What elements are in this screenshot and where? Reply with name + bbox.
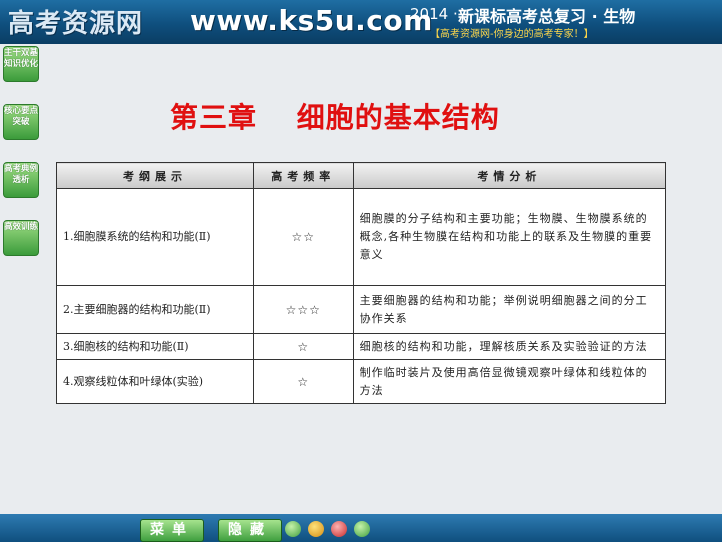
- nav-button-basics[interactable]: 主干双基知识优化: [3, 46, 39, 82]
- table-row: 4.观察线粒体和叶绿体(实验) ☆ 制作临时装片及使用高倍显微镜观察叶绿体和线粒…: [56, 359, 667, 404]
- row-frequency: ☆☆: [252, 188, 354, 286]
- course-year: 2014 ·: [410, 5, 458, 23]
- row-topic: 3.细胞核的结构和功能(Ⅱ): [56, 333, 254, 360]
- row-frequency: ☆: [252, 333, 354, 360]
- table-header-row: 考纲展示 高考频率 考情分析: [56, 162, 667, 189]
- site-logo: 高考资源网: [8, 9, 144, 39]
- top-banner: 高考资源网 www.ks5u.com 2014 · 新课标高考总复习 · 生物 …: [0, 0, 722, 44]
- hide-button[interactable]: 隐藏: [218, 519, 282, 542]
- bottom-bar: 菜单 隐藏: [0, 514, 722, 542]
- menu-button[interactable]: 菜单: [140, 519, 204, 542]
- home-icon[interactable]: [285, 521, 301, 537]
- table-row: 3.细胞核的结构和功能(Ⅱ) ☆ 细胞核的结构和功能，理解核质关系及实验验证的方…: [56, 333, 667, 360]
- row-frequency: ☆☆☆: [252, 285, 354, 334]
- row-analysis: 主要细胞器的结构和功能；举例说明细胞器之间的分工协作关系: [352, 285, 667, 334]
- exam-table: 考纲展示 高考频率 考情分析 1.细胞膜系统的结构和功能(Ⅱ) ☆☆ 细胞膜的分…: [56, 162, 667, 404]
- side-nav: 主干双基知识优化 核心要点突破 高考典例透析 高效训练: [3, 46, 41, 278]
- row-analysis: 细胞核的结构和功能，理解核质关系及实验验证的方法: [352, 333, 667, 360]
- site-url[interactable]: www.ks5u.com: [190, 4, 433, 37]
- course-title: 新课标高考总复习 · 生物: [458, 7, 636, 26]
- header-syllabus: 考纲展示: [56, 162, 254, 189]
- table-row: 2.主要细胞器的结构和功能(Ⅱ) ☆☆☆ 主要细胞器的结构和功能；举例说明细胞器…: [56, 285, 667, 334]
- row-analysis: 细胞膜的分子结构和主要功能；生物膜、生物膜系统的概念,各种生物膜在结构和功能上的…: [352, 188, 667, 286]
- toolbar-icons: [285, 521, 435, 538]
- header-frequency: 高考频率: [252, 162, 354, 189]
- star-icon[interactable]: [308, 521, 325, 537]
- row-topic: 1.细胞膜系统的结构和功能(Ⅱ): [56, 188, 254, 286]
- forward-icon[interactable]: [354, 521, 371, 537]
- row-analysis: 制作临时装片及使用高倍显微镜观察叶绿体和线粒体的方法: [352, 359, 667, 404]
- site-slogan: 【高考资源网-你身边的高考专家！】: [430, 29, 594, 40]
- slide-content: 第三章 细胞的基本结构 考纲展示 高考频率 考情分析 1.细胞膜系统的结构和功能…: [44, 44, 722, 514]
- row-topic: 4.观察线粒体和叶绿体(实验): [56, 359, 254, 404]
- nav-button-training[interactable]: 高效训练: [3, 220, 39, 256]
- stop-icon[interactable]: [331, 521, 348, 537]
- chapter-title: 第三章 细胞的基本结构: [170, 101, 500, 134]
- nav-button-exam-examples[interactable]: 高考典例透析: [3, 162, 39, 198]
- nav-button-key-points[interactable]: 核心要点突破: [3, 104, 39, 140]
- table-row: 1.细胞膜系统的结构和功能(Ⅱ) ☆☆ 细胞膜的分子结构和主要功能；生物膜、生物…: [56, 188, 667, 286]
- row-frequency: ☆: [252, 359, 354, 404]
- header-analysis: 考情分析: [352, 162, 667, 189]
- row-topic: 2.主要细胞器的结构和功能(Ⅱ): [56, 285, 254, 334]
